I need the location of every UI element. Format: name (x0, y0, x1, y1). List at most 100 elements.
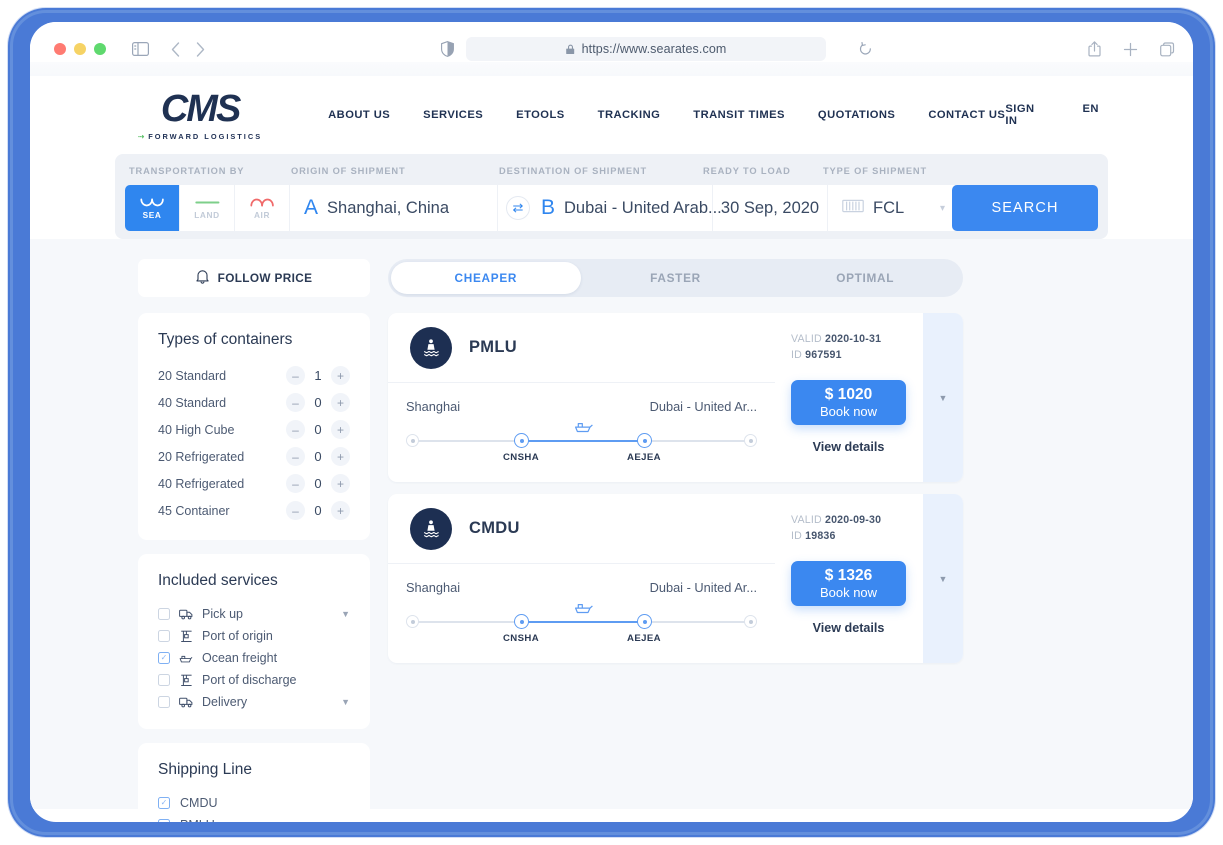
expand-offer-button[interactable]: ▼ (923, 494, 963, 663)
language-selector[interactable]: EN (1083, 103, 1099, 127)
address-bar[interactable]: https://www.searates.com (466, 37, 871, 61)
increment-button[interactable]: + (331, 420, 350, 439)
nav-item-quotations[interactable]: QUOTATIONS (818, 109, 895, 121)
service-row-port-of-origin: Port of origin (158, 625, 350, 647)
book-now-button[interactable]: $ 1020 Book now (791, 379, 906, 425)
tab-cheaper[interactable]: CHEAPER (391, 262, 581, 294)
container-stepper: – 0 + (286, 420, 350, 439)
search-button[interactable]: SEARCH (952, 185, 1098, 231)
service-checkbox[interactable] (158, 630, 170, 642)
service-checkbox[interactable] (158, 608, 170, 620)
land-line-icon (194, 196, 220, 208)
service-checkbox[interactable] (158, 674, 170, 686)
chevron-down-icon[interactable]: ▾ (940, 203, 945, 214)
view-details-link[interactable]: View details (791, 621, 906, 635)
sign-in-link[interactable]: SIGN IN (1005, 103, 1034, 127)
navigation-arrows[interactable] (171, 41, 205, 57)
sidebar-toggle-icon[interactable] (132, 42, 149, 56)
service-checkbox[interactable] (158, 696, 170, 708)
minimize-window-button[interactable] (74, 43, 86, 55)
browser-actions (1088, 41, 1175, 57)
route-node-start (406, 434, 419, 447)
offer-card-cmdu: CMDU Shanghai Dubai - United Ar... CNSHA… (388, 494, 963, 663)
expand-offer-button[interactable]: ▼ (923, 313, 963, 482)
service-checkbox[interactable] (158, 652, 170, 664)
decrement-button[interactable]: – (286, 366, 305, 385)
share-icon[interactable] (1088, 41, 1101, 57)
increment-button[interactable]: + (331, 474, 350, 493)
increment-button[interactable]: + (331, 501, 350, 520)
decrement-button[interactable]: – (286, 447, 305, 466)
site-logo[interactable]: CMS ⇢ FORWARD LOGISTICS (138, 90, 262, 141)
increment-button[interactable]: + (331, 393, 350, 412)
chevron-down-icon[interactable]: ▼ (341, 697, 350, 707)
valid-label: VALID (791, 333, 822, 345)
book-now-button[interactable]: $ 1326 Book now (791, 560, 906, 606)
decrement-button[interactable]: – (286, 474, 305, 493)
crane-icon (179, 674, 193, 687)
maximize-window-button[interactable] (94, 43, 106, 55)
container-row-20-refrigerated: 20 Refrigerated – 0 + (158, 443, 350, 470)
transport-mode-air[interactable]: AIR (235, 185, 290, 231)
shipping-line-checkbox[interactable] (158, 797, 170, 809)
swap-icon[interactable]: ⇄ (506, 196, 530, 220)
reload-icon[interactable] (859, 42, 872, 56)
chevron-down-icon[interactable]: ▼ (341, 609, 350, 619)
sea-wave-icon (139, 196, 165, 208)
back-arrow-icon[interactable] (171, 41, 180, 57)
nav-item-contact-us[interactable]: CONTACT US (928, 109, 1005, 121)
container-row-40-standard: 40 Standard – 0 + (158, 389, 350, 416)
increment-button[interactable]: + (331, 366, 350, 385)
ready-to-load-date-input[interactable]: 30 Sep, 2020 (713, 185, 828, 231)
chevron-down-icon: ▼ (938, 392, 948, 403)
results-section: FOLLOW PRICE CHEAPER FASTER OPTIMAL Type… (30, 239, 1193, 822)
services-filter-title: Included services (158, 572, 278, 589)
destination-input[interactable]: ⇄ B Dubai - United Arab... (498, 185, 722, 231)
plus-icon[interactable] (1123, 42, 1138, 57)
service-label: Ocean freight (202, 651, 278, 665)
transport-mode-sea[interactable]: SEA (125, 185, 180, 231)
shield-icon[interactable] (441, 41, 454, 57)
increment-button[interactable]: + (331, 447, 350, 466)
container-label: 20 Refrigerated (158, 449, 245, 464)
book-now-label: Book now (819, 584, 878, 600)
label-transportation-by: TRANSPORTATION BY (129, 166, 245, 176)
forward-arrow-icon[interactable] (196, 41, 205, 57)
service-label: Port of origin (202, 629, 273, 643)
close-window-button[interactable] (54, 43, 66, 55)
offer-route: Shanghai Dubai - United Ar... CNSHA AEJE… (388, 383, 775, 482)
decrement-button[interactable]: – (286, 420, 305, 439)
anchor-ship-icon (410, 507, 452, 550)
container-label: 40 Standard (158, 395, 227, 410)
id-value: 19836 (805, 530, 836, 543)
shipping-line-checkbox[interactable] (158, 819, 170, 822)
shipment-type-select[interactable]: FCL ▾ (828, 185, 958, 231)
follow-price-button[interactable]: FOLLOW PRICE (138, 259, 370, 297)
nav-item-services[interactable]: SERVICES (423, 109, 483, 121)
tabs-icon[interactable] (1160, 41, 1175, 57)
route-track: CNSHA AEJEA (406, 423, 757, 464)
container-row-40-refrigerated: 40 Refrigerated – 0 + (158, 470, 350, 497)
id-label: ID (791, 530, 802, 543)
tab-faster[interactable]: FASTER (581, 262, 771, 294)
nav-item-transit-times[interactable]: TRANSIT TIMES (693, 109, 785, 121)
air-arc-icon (249, 196, 275, 208)
offers-list: PMLU Shanghai Dubai - United Ar... CNSHA… (388, 313, 963, 663)
container-icon (842, 198, 864, 219)
route-line-active (521, 621, 647, 623)
nav-item-etools[interactable]: ETOOLS (516, 109, 565, 121)
decrement-button[interactable]: – (286, 393, 305, 412)
nav-item-about-us[interactable]: ABOUT US (328, 109, 390, 121)
nav-item-tracking[interactable]: TRACKING (598, 109, 661, 121)
ready-to-load-value: 30 Sep, 2020 (720, 198, 820, 217)
decrement-button[interactable]: – (286, 501, 305, 520)
transport-mode-land[interactable]: LAND (180, 185, 235, 231)
offer-main: CMDU Shanghai Dubai - United Ar... CNSHA… (388, 494, 775, 663)
window-controls[interactable] (54, 43, 106, 55)
tab-optimal[interactable]: OPTIMAL (770, 262, 960, 294)
follow-price-label: FOLLOW PRICE (217, 271, 313, 285)
origin-input[interactable]: A Shanghai, China (290, 185, 498, 231)
search-fields: SEA LAND AIR A Shanghai, China ⇄ B Dubai… (125, 185, 958, 231)
view-details-link[interactable]: View details (791, 440, 906, 454)
carrier-name: CMDU (469, 519, 520, 537)
